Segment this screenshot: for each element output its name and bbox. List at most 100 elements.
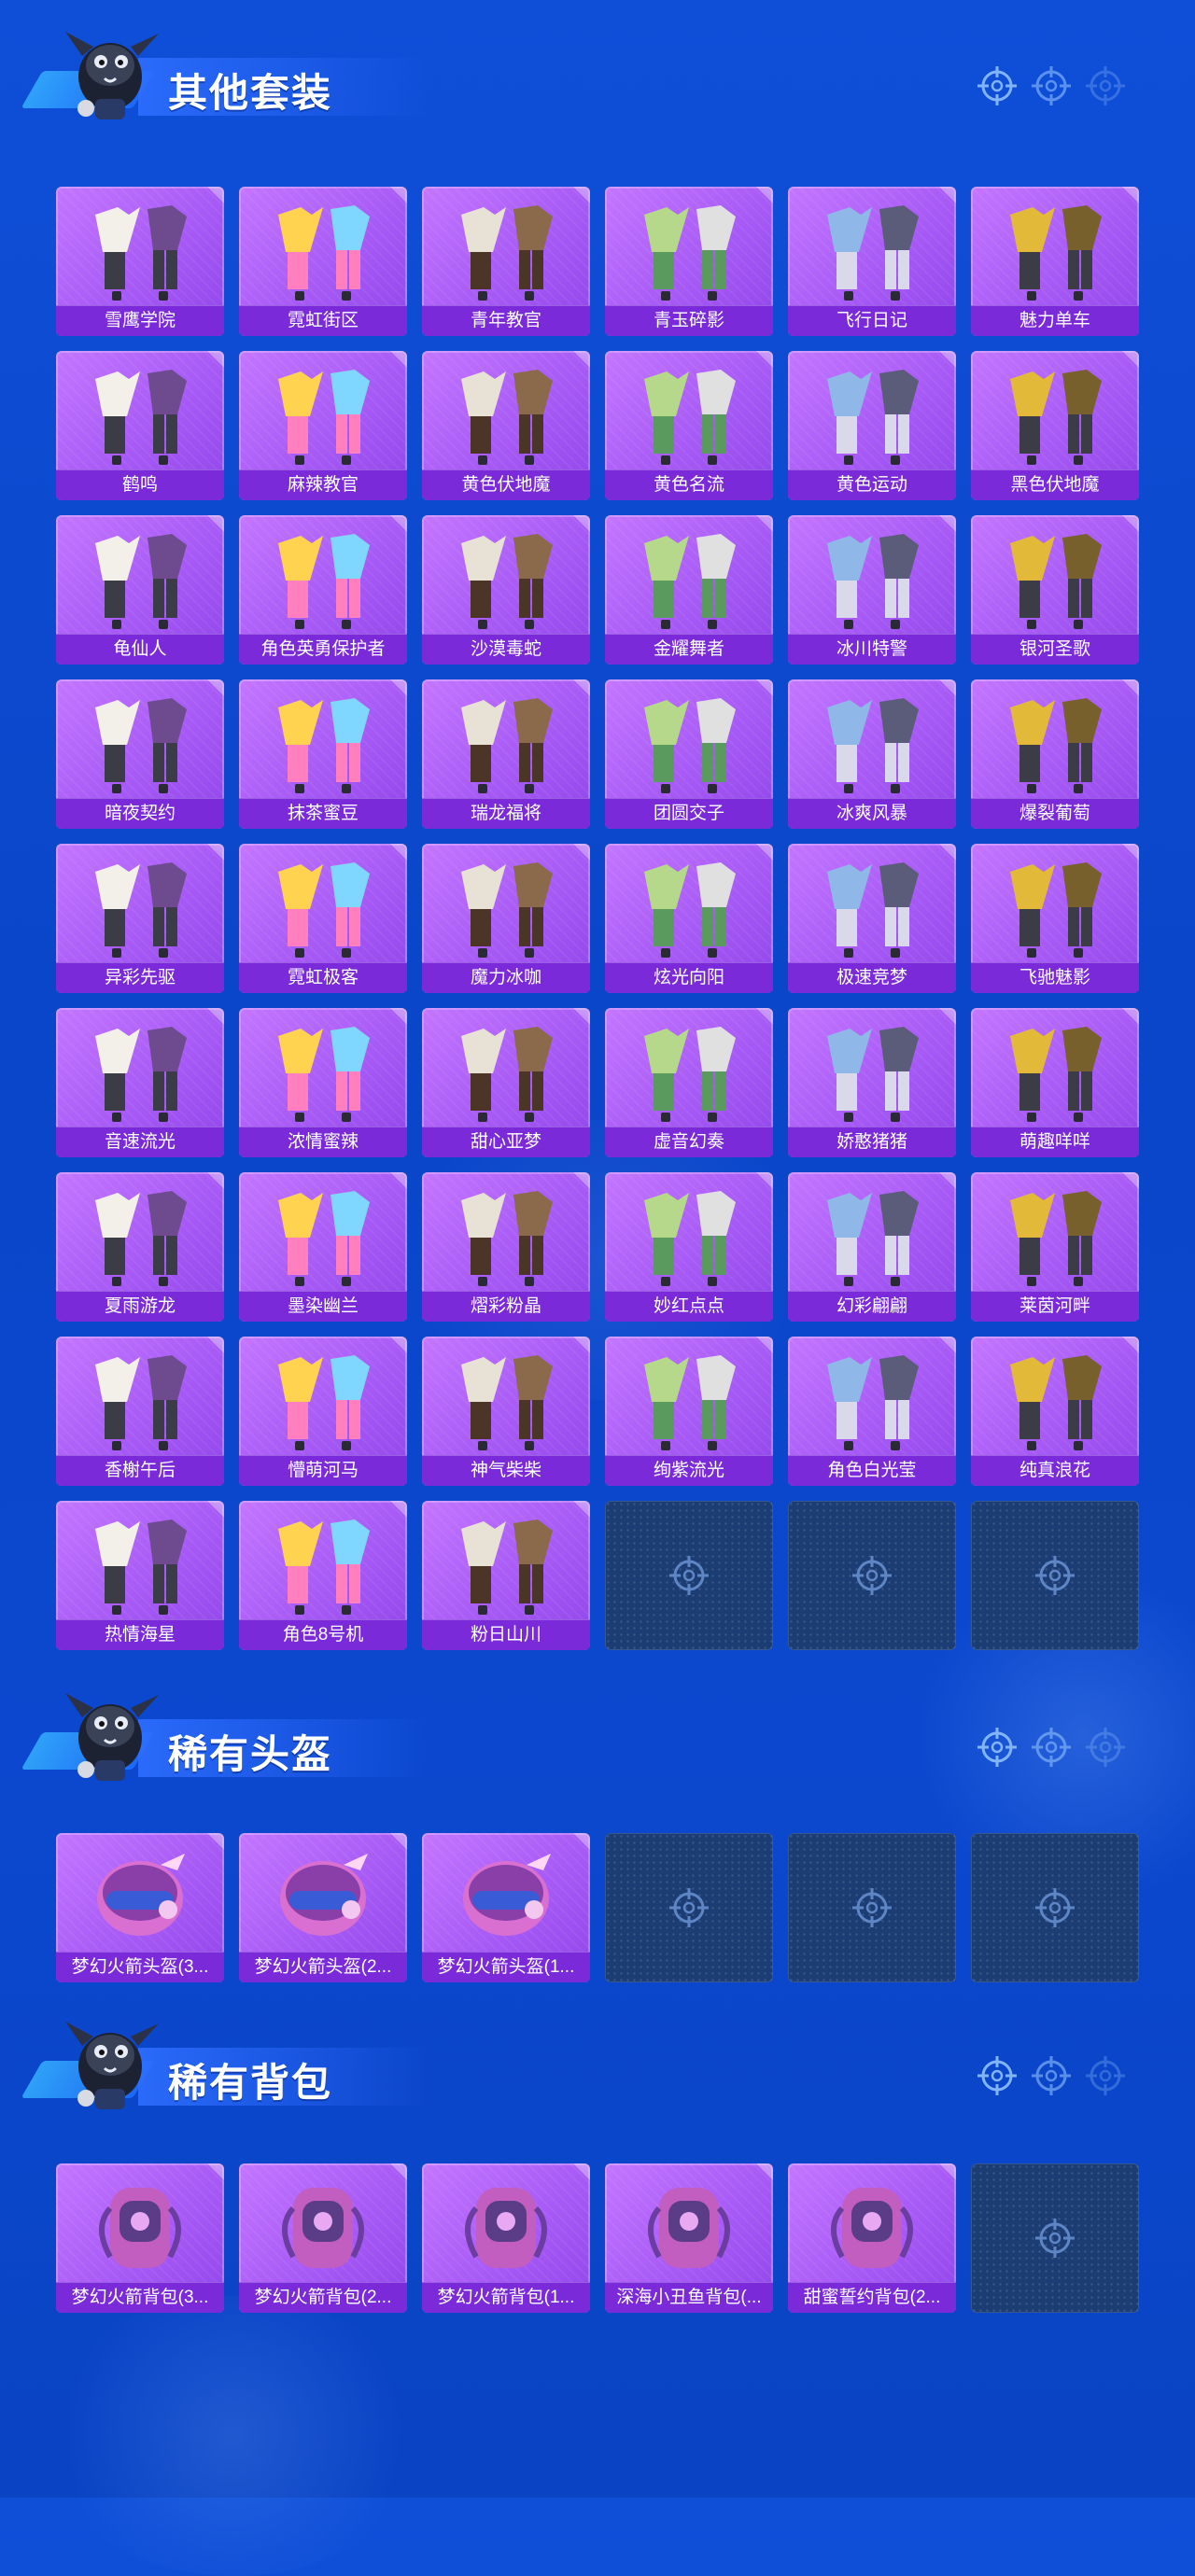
- outfit-card[interactable]: 角色英勇保护者: [239, 515, 407, 665]
- item-label: 冰爽风暴: [788, 798, 956, 829]
- outfit-card[interactable]: 虚音幻奏: [605, 1008, 773, 1157]
- item-label: 魔力冰咖: [422, 962, 590, 993]
- outfit-card[interactable]: 浓情蜜辣: [239, 1008, 407, 1157]
- card-corner: [207, 1008, 224, 1025]
- outfit-art: [95, 1519, 187, 1615]
- outfit-card[interactable]: 冰爽风暴: [788, 679, 956, 829]
- outfit-card[interactable]: 角色白光莹: [788, 1337, 956, 1486]
- outfit-art: [461, 534, 553, 629]
- item-label: 爆裂葡萄: [971, 798, 1139, 829]
- card-corner: [207, 1501, 224, 1518]
- outfit-card[interactable]: 音速流光: [56, 1008, 224, 1157]
- outfit-art: [95, 1355, 187, 1450]
- outfit-card[interactable]: 鹤鸣: [56, 351, 224, 500]
- outfit-card[interactable]: 飞驰魅影: [971, 844, 1139, 993]
- outfit-art: [1010, 862, 1102, 958]
- outfit-card[interactable]: 银河圣歌: [971, 515, 1139, 665]
- outfit-card[interactable]: 极速竞梦: [788, 844, 956, 993]
- crosshair-icon: [668, 1887, 710, 1928]
- backpack-card[interactable]: 梦幻火箭背包(3...: [56, 2163, 224, 2313]
- outfit-card[interactable]: 霓虹极客: [239, 844, 407, 993]
- outfit-card[interactable]: 神气柴柴: [422, 1337, 590, 1486]
- outfit-card[interactable]: 冰川特警: [788, 515, 956, 665]
- outfit-art: [1010, 698, 1102, 793]
- outfit-card[interactable]: 热情海星: [56, 1501, 224, 1650]
- crosshair-icon: [977, 1727, 1018, 1768]
- outfit-card[interactable]: 龟仙人: [56, 515, 224, 665]
- outfit-art: [644, 370, 736, 465]
- crosshair-icon: [1085, 65, 1126, 106]
- outfit-art: [644, 1355, 736, 1450]
- helmet-card[interactable]: 梦幻火箭头盔(3...: [56, 1833, 224, 1982]
- outfit-card[interactable]: 爆裂葡萄: [971, 679, 1139, 829]
- outfit-card[interactable]: 金耀舞者: [605, 515, 773, 665]
- outfit-card[interactable]: 抹茶蜜豆: [239, 679, 407, 829]
- outfit-card[interactable]: 异彩先驱: [56, 844, 224, 993]
- outfit-card[interactable]: 妙红点点: [605, 1172, 773, 1322]
- item-label: 梦幻火箭背包(2...: [239, 2282, 407, 2313]
- card-corner: [756, 2163, 773, 2180]
- item-label: 梦幻火箭头盔(3...: [56, 1952, 224, 1982]
- backpack-card[interactable]: 深海小丑鱼背包(...: [605, 2163, 773, 2313]
- card-corner: [939, 351, 956, 368]
- outfit-card[interactable]: 黑色伏地魔: [971, 351, 1139, 500]
- item-label: 黄色名流: [605, 469, 773, 500]
- outfit-card[interactable]: 娇憨猪猪: [788, 1008, 956, 1157]
- outfit-art: [1010, 205, 1102, 301]
- outfit-card[interactable]: 纯真浪花: [971, 1337, 1139, 1486]
- outfit-card[interactable]: 魔力冰咖: [422, 844, 590, 993]
- item-label: 飞驰魅影: [971, 962, 1139, 993]
- background-glow: [37, 2296, 429, 2576]
- outfit-card[interactable]: 绚紫流光: [605, 1337, 773, 1486]
- outfit-card[interactable]: 魅力单车: [971, 187, 1139, 336]
- section-title: 稀有背包: [168, 2061, 333, 2105]
- item-label: 幻彩翩翩: [788, 1291, 956, 1322]
- outfit-card[interactable]: 角色8号机: [239, 1501, 407, 1650]
- outfit-card[interactable]: 霓虹街区: [239, 187, 407, 336]
- outfit-card[interactable]: 麻辣教官: [239, 351, 407, 500]
- outfit-card[interactable]: 香榭午后: [56, 1337, 224, 1486]
- outfit-card[interactable]: 幻彩翩翩: [788, 1172, 956, 1322]
- card-corner: [207, 1172, 224, 1189]
- outfit-card[interactable]: 团圆交子: [605, 679, 773, 829]
- backpack-card[interactable]: 梦幻火箭背包(2...: [239, 2163, 407, 2313]
- outfit-art: [278, 698, 370, 793]
- card-corner: [573, 187, 590, 203]
- backpack-card[interactable]: 梦幻火箭背包(1...: [422, 2163, 590, 2313]
- outfit-card[interactable]: 炫光向阳: [605, 844, 773, 993]
- item-label: 梦幻火箭背包(1...: [422, 2282, 590, 2313]
- outfit-card[interactable]: 粉日山川: [422, 1501, 590, 1650]
- outfit-card[interactable]: 沙漠毒蛇: [422, 515, 590, 665]
- outfit-card[interactable]: 黄色名流: [605, 351, 773, 500]
- item-label: 角色8号机: [239, 1619, 407, 1650]
- outfit-card[interactable]: 萌趣咩咩: [971, 1008, 1139, 1157]
- helmet-card[interactable]: 梦幻火箭头盔(1...: [422, 1833, 590, 1982]
- item-label: 香榭午后: [56, 1455, 224, 1486]
- item-label: 甜心亚梦: [422, 1127, 590, 1157]
- outfit-card[interactable]: 夏雨游龙: [56, 1172, 224, 1322]
- card-corner: [573, 844, 590, 861]
- outfit-card[interactable]: 青玉碎影: [605, 187, 773, 336]
- outfit-card[interactable]: 暗夜契约: [56, 679, 224, 829]
- outfit-art: [1010, 1191, 1102, 1286]
- outfit-card[interactable]: 飞行日记: [788, 187, 956, 336]
- item-label: 梦幻火箭头盔(1...: [422, 1952, 590, 1982]
- outfit-card[interactable]: 黄色伏地魔: [422, 351, 590, 500]
- helmet-card[interactable]: 梦幻火箭头盔(2...: [239, 1833, 407, 1982]
- crosshair-icon: [1034, 2218, 1076, 2259]
- outfit-card[interactable]: 甜心亚梦: [422, 1008, 590, 1157]
- outfit-card[interactable]: 黄色运动: [788, 351, 956, 500]
- outfit-card[interactable]: 熠彩粉晶: [422, 1172, 590, 1322]
- card-corner: [573, 1008, 590, 1025]
- outfit-card[interactable]: 青年教官: [422, 187, 590, 336]
- outfit-card[interactable]: 瑞龙福将: [422, 679, 590, 829]
- section-title: 稀有头盔: [168, 1732, 333, 1776]
- outfit-card[interactable]: 懵萌河马: [239, 1337, 407, 1486]
- outfit-card[interactable]: 墨染幽兰: [239, 1172, 407, 1322]
- backpack-card[interactable]: 甜蜜誓约背包(2...: [788, 2163, 956, 2313]
- card-corner: [756, 187, 773, 203]
- item-label: 梦幻火箭头盔(2...: [239, 1952, 407, 1982]
- outfit-card[interactable]: 雪鹰学院: [56, 187, 224, 336]
- card-corner: [1122, 1337, 1139, 1353]
- outfit-card[interactable]: 莱茵河畔: [971, 1172, 1139, 1322]
